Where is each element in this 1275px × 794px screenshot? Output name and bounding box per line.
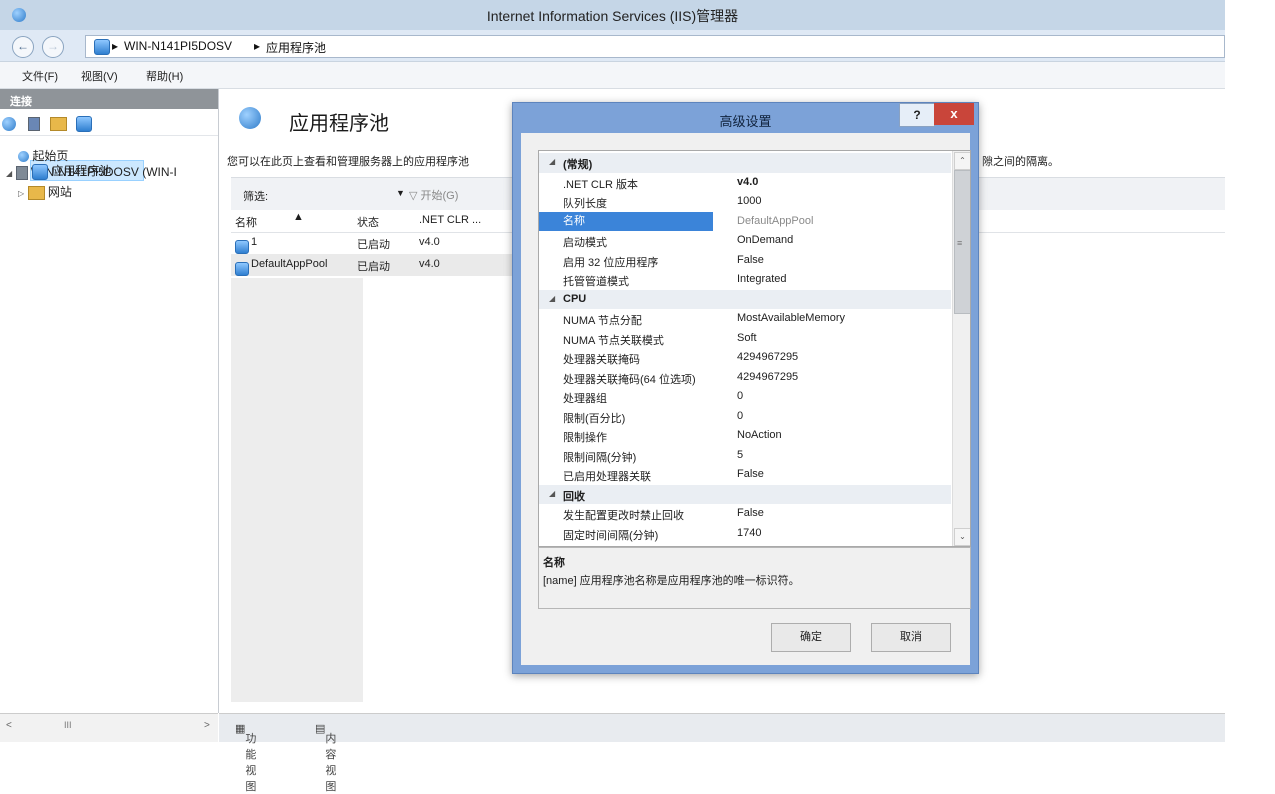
filter-dropdown-icon[interactable]: ▼ xyxy=(396,188,405,198)
app-pools-header-icon xyxy=(239,107,261,129)
collapse-arrow-icon[interactable]: ◢ xyxy=(549,294,555,303)
collapse-arrow-icon[interactable]: ◢ xyxy=(549,489,555,498)
address-field[interactable]: ▸ WIN-N141PI5DOSV ▸ 应用程序池 xyxy=(85,35,1225,58)
connection-icon[interactable] xyxy=(76,116,92,132)
close-button[interactable]: x xyxy=(934,103,974,125)
tree-item-sites[interactable]: ▷ 网站 xyxy=(18,183,72,200)
property-row[interactable]: 处理器关联掩码(64 位选项) 4294967295 xyxy=(539,368,951,388)
menu-view[interactable]: 视图(V) xyxy=(81,68,118,84)
cancel-button[interactable]: 取消 xyxy=(871,623,951,652)
property-row[interactable]: 已启用处理器关联 False xyxy=(539,465,951,485)
column-clr[interactable]: .NET CLR ... xyxy=(419,214,481,226)
menu-help[interactable]: 帮助(H) xyxy=(146,68,183,84)
connections-toolbar xyxy=(0,111,218,136)
grid-empty-area xyxy=(231,278,363,702)
view-switcher: ▦ 功能视图 ▤ 内容视图 xyxy=(219,713,1225,793)
property-row[interactable]: 启用 32 位应用程序 False xyxy=(539,251,951,271)
connections-pane: 连接 起始页 ◢ WIN-N141PI5DOSV (WIN-I 应用程序池 ▷ … xyxy=(0,89,219,713)
property-row[interactable]: 队列长度 1000 xyxy=(539,192,951,212)
sort-ascending-icon: ▲ xyxy=(293,211,304,223)
category-recycling[interactable]: ◢ 回收 xyxy=(539,484,951,504)
window-title-bar: Internet Information Services (IIS)管理器 xyxy=(0,0,1225,30)
property-row[interactable]: 固定时间间隔(分钟) 1740 xyxy=(539,524,951,544)
feature-view-tab[interactable]: ▦ 功能视图 xyxy=(235,722,256,793)
start-page-icon xyxy=(18,149,29,163)
page-description-tail: 隙之间的隔离。 xyxy=(982,156,1059,168)
page-description: 您可以在此页上查看和管理服务器上的应用程序池 xyxy=(227,156,469,168)
description-title: 名称 xyxy=(543,557,565,569)
menu-bar: 文件(F) 视图(V) 帮助(H) xyxy=(0,62,1225,89)
scroll-up-icon[interactable]: ⌃ xyxy=(954,152,970,170)
expand-arrow-icon[interactable]: ◢ xyxy=(6,169,12,178)
column-name[interactable]: 名称 xyxy=(235,214,257,230)
description-box: 名称 [name] 应用程序池名称是应用程序池的唯一标识符。 xyxy=(538,547,971,609)
breadcrumb-app-pools[interactable]: 应用程序池 xyxy=(266,39,326,56)
table-row[interactable]: 1 已启动 v4.0 xyxy=(231,232,521,254)
property-row[interactable]: 托管管道模式 Integrated xyxy=(539,270,951,290)
table-row[interactable]: DefaultAppPool 已启动 v4.0 xyxy=(231,254,521,276)
help-button[interactable]: ? xyxy=(899,103,935,127)
property-row[interactable]: 处理器关联掩码 4294967295 xyxy=(539,348,951,368)
page-title: 应用程序池 xyxy=(289,113,389,135)
app-pool-icon xyxy=(32,163,48,180)
property-grid: ◢ (常规) .NET CLR 版本 v4.0 队列长度 1000 名称 Def… xyxy=(538,150,971,547)
connections-header: 连接 xyxy=(0,89,218,109)
address-globe-icon xyxy=(94,39,110,55)
address-bar: ← → ▸ WIN-N141PI5DOSV ▸ 应用程序池 xyxy=(0,30,1225,62)
server-icon xyxy=(15,165,28,180)
menu-file[interactable]: 文件(F) xyxy=(22,68,58,84)
connect-icon[interactable] xyxy=(2,116,16,131)
column-status[interactable]: 状态 xyxy=(357,214,379,230)
scroll-down-icon[interactable]: ⌄ xyxy=(954,528,970,546)
content-view-tab[interactable]: ▤ 内容视图 xyxy=(315,722,336,793)
property-row[interactable]: NUMA 节点关联模式 Soft xyxy=(539,329,951,349)
up-folder-icon[interactable] xyxy=(50,116,67,131)
property-row[interactable]: 限制(百分比) 0 xyxy=(539,407,951,427)
property-row-selected[interactable]: 名称 DefaultAppPool xyxy=(539,211,951,231)
collapse-arrow-icon[interactable]: ◢ xyxy=(549,157,555,166)
ok-button[interactable]: 确定 xyxy=(771,623,851,652)
start-filter-button[interactable]: ▽ 开始(G) xyxy=(409,187,458,203)
category-general[interactable]: ◢ (常规) xyxy=(539,153,951,173)
scroll-left-icon[interactable]: < xyxy=(6,720,12,731)
scroll-grip-icon: ≡ xyxy=(957,238,963,248)
property-grid-scrollbar[interactable]: ⌃ ≡ ⌄ xyxy=(952,151,970,546)
forward-button[interactable]: → xyxy=(42,36,64,58)
dialog-body: ◢ (常规) .NET CLR 版本 v4.0 队列长度 1000 名称 Def… xyxy=(521,133,971,665)
category-cpu[interactable]: ◢ CPU xyxy=(539,289,951,309)
property-row[interactable]: .NET CLR 版本 v4.0 xyxy=(539,173,951,193)
description-text: [name] 应用程序池名称是应用程序池的唯一标识符。 xyxy=(543,575,800,587)
sites-folder-icon xyxy=(27,185,45,200)
scroll-right-icon[interactable]: > xyxy=(204,720,210,731)
breadcrumb-server[interactable]: WIN-N141PI5DOSV xyxy=(124,39,232,53)
property-row[interactable]: 限制间隔(分钟) 5 xyxy=(539,446,951,466)
filter-label: 筛选: xyxy=(243,191,269,203)
back-button[interactable]: ← xyxy=(12,36,34,58)
property-row[interactable]: NUMA 节点分配 MostAvailableMemory xyxy=(539,309,951,329)
property-row[interactable]: 限制操作 NoAction xyxy=(539,426,951,446)
window-title: Internet Information Services (IIS)管理器 xyxy=(486,8,739,24)
save-icon[interactable] xyxy=(28,116,42,131)
advanced-settings-dialog: 高级设置 ? x ◢ (常规) .NET CLR 版本 v4.0 队列长度 10… xyxy=(512,102,979,674)
tree-item-app-pools-label[interactable]: 应用程序池 xyxy=(32,162,111,180)
property-row[interactable]: 处理器组 0 xyxy=(539,387,951,407)
scroll-thumb-icon[interactable]: III xyxy=(64,720,72,730)
property-row[interactable]: 启动模式 OnDemand xyxy=(539,231,951,251)
left-scrollbar[interactable]: < III > xyxy=(0,713,218,742)
property-row[interactable]: 发生配置更改时禁止回收 False xyxy=(539,504,951,524)
collapsed-arrow-icon[interactable]: ▷ xyxy=(18,189,24,198)
